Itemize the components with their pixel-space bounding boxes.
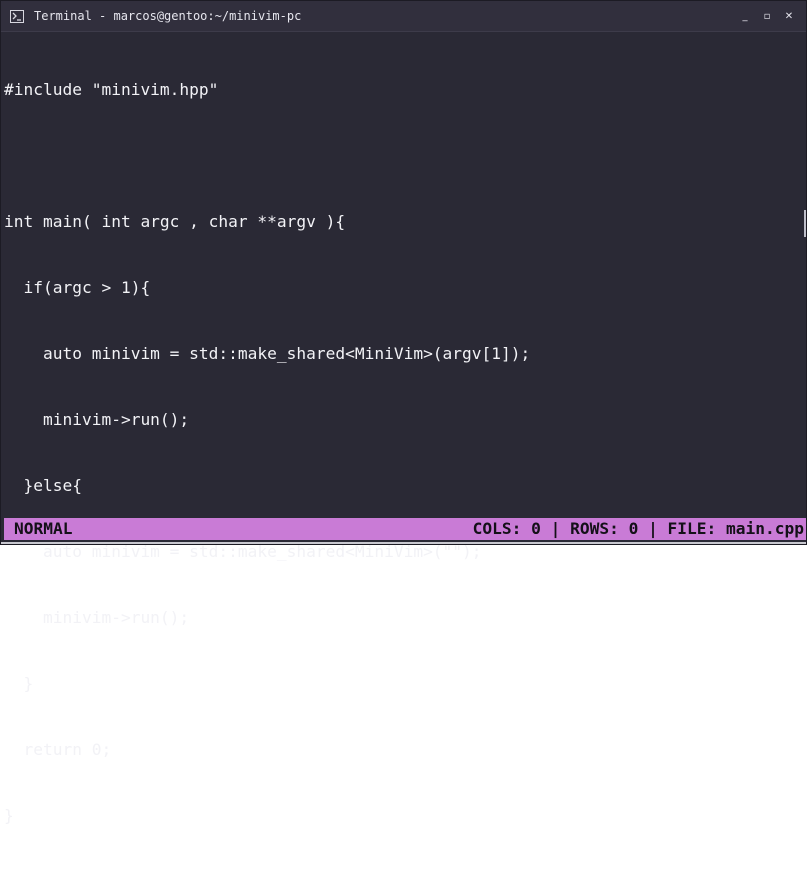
window-title: Terminal - marcos@gentoo:~/minivim-pc: [34, 9, 302, 23]
file-info: COLS: 0 | ROWS: 0 | FILE: main.cpp: [472, 519, 804, 538]
maximize-button[interactable]: ▫: [756, 8, 778, 26]
code-line: minivim->run();: [4, 608, 190, 627]
mode-indicator: NORMAL: [14, 519, 73, 538]
code-line: auto minivim = std::make_shared<MiniVim>…: [4, 344, 531, 363]
title-bar[interactable]: Terminal - marcos@gentoo:~/minivim-pc _ …: [1, 1, 806, 32]
code-line: #include "minivim.hpp": [4, 80, 219, 99]
terminal-window: Terminal - marcos@gentoo:~/minivim-pc _ …: [0, 0, 807, 825]
code-line: return 0;: [4, 740, 112, 759]
code-line: }: [4, 806, 14, 825]
code-line: if(argc > 1){: [4, 278, 151, 297]
resize-handle[interactable]: [804, 210, 806, 237]
editor-buffer[interactable]: #include "minivim.hpp" int main( int arg…: [4, 35, 804, 825]
code-line: }else{: [4, 476, 82, 495]
status-bar: NORMAL COLS: 0 | ROWS: 0 | FILE: main.cp…: [4, 518, 806, 540]
minimize-button[interactable]: _: [734, 8, 756, 26]
code-line: auto minivim = std::make_shared<MiniVim>…: [4, 542, 482, 561]
window-bottom-border: [1, 542, 806, 544]
window-controls: _ ▫ ✕: [734, 8, 800, 26]
code-line: }: [4, 674, 34, 693]
code-line: minivim->run();: [4, 410, 190, 429]
terminal-icon: [10, 9, 24, 23]
close-button[interactable]: ✕: [778, 8, 800, 26]
code-line: int main( int argc , char **argv ){: [4, 212, 346, 231]
